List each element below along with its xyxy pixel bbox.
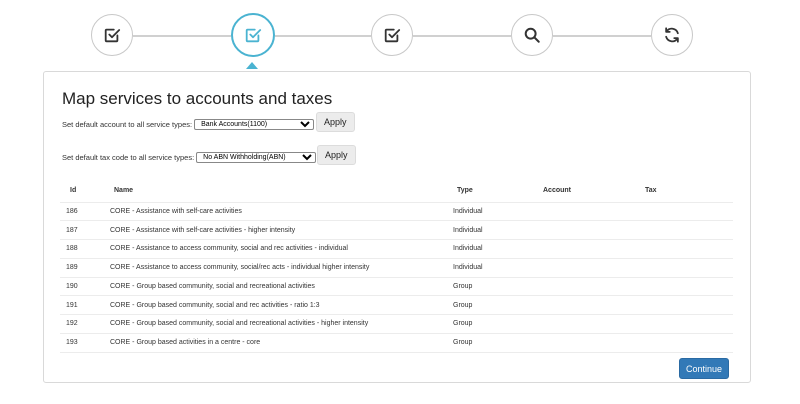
- refresh-icon: [665, 27, 679, 43]
- row-id: 187: [60, 220, 104, 240]
- column-header-account: Account: [543, 187, 571, 195]
- row-account[interactable]: [533, 220, 635, 240]
- default-account-select[interactable]: Bank Accounts(1100): [194, 119, 315, 130]
- checkbox-check-icon: [104, 28, 121, 43]
- row-type: Group: [447, 332, 533, 353]
- page-title: Map services to accounts and taxes: [62, 89, 333, 108]
- mapping-panel: Map services to accounts and taxes Set d…: [43, 71, 751, 383]
- default-tax-row: Set default tax code to all service type…: [62, 152, 317, 163]
- default-account-label: Set default account to all service types…: [62, 120, 193, 129]
- row-tax[interactable]: [635, 314, 733, 334]
- row-type: Group: [447, 276, 533, 296]
- search-icon: [524, 27, 540, 43]
- row-account[interactable]: [533, 332, 635, 353]
- column-header-id: Id: [70, 187, 77, 195]
- row-type: Individual: [447, 257, 533, 277]
- row-tax[interactable]: [635, 257, 733, 277]
- row-tax[interactable]: [635, 295, 733, 315]
- row-tax[interactable]: [635, 276, 733, 296]
- row-account[interactable]: [533, 239, 635, 259]
- stepper-connector: [133, 35, 231, 37]
- column-header-tax: Tax: [645, 187, 657, 195]
- row-account[interactable]: [533, 201, 635, 221]
- row-tax[interactable]: [635, 239, 733, 259]
- column-header-type: Type: [457, 187, 473, 195]
- row-id: 190: [60, 276, 104, 296]
- step-2-button[interactable]: [231, 13, 275, 57]
- row-id: 192: [60, 314, 104, 334]
- row-id: 189: [60, 257, 104, 277]
- row-type: Group: [447, 295, 533, 315]
- row-id: 191: [60, 295, 104, 315]
- step-3-button[interactable]: [371, 14, 413, 56]
- table-row: 192 CORE - Group based community, social…: [60, 314, 733, 334]
- row-account[interactable]: [533, 257, 635, 277]
- step-1-button[interactable]: [91, 14, 133, 56]
- checkbox-check-icon: [245, 28, 262, 43]
- continue-button[interactable]: Continue: [679, 358, 729, 379]
- table-row: 187 CORE - Assistance with self-care act…: [60, 220, 733, 240]
- column-header-name: Name: [114, 187, 134, 195]
- active-step-caret: [246, 62, 258, 69]
- row-name: CORE - Assistance to access community, s…: [104, 239, 447, 259]
- default-tax-select[interactable]: No ABN Withholding(ABN): [196, 152, 317, 163]
- row-id: 193: [60, 332, 104, 353]
- row-name: CORE - Group based community, social and…: [104, 295, 447, 315]
- row-type: Individual: [447, 201, 533, 221]
- stepper-connector: [413, 35, 511, 37]
- row-type: Group: [447, 314, 533, 334]
- row-tax[interactable]: [635, 201, 733, 221]
- stepper-connector: [275, 35, 371, 37]
- default-account-row: Set default account to all service types…: [62, 119, 315, 130]
- row-id: 186: [60, 201, 104, 221]
- table-row: 188 CORE - Assistance to access communit…: [60, 239, 733, 259]
- row-tax[interactable]: [635, 332, 733, 353]
- row-account[interactable]: [533, 295, 635, 315]
- row-name: CORE - Group based community, social and…: [104, 276, 447, 296]
- table-row: 190 CORE - Group based community, social…: [60, 276, 733, 296]
- row-name: CORE - Group based community, social and…: [104, 314, 447, 334]
- row-name: CORE - Assistance to access community, s…: [104, 257, 447, 277]
- row-name: CORE - Assistance with self-care activit…: [104, 201, 447, 221]
- row-name: CORE - Assistance with self-care activit…: [104, 220, 447, 240]
- table-row: 191 CORE - Group based community, social…: [60, 295, 733, 315]
- checkbox-check-icon: [384, 28, 401, 43]
- row-account[interactable]: [533, 314, 635, 334]
- table-row: 189 CORE - Assistance to access communit…: [60, 257, 733, 277]
- row-id: 188: [60, 239, 104, 259]
- progress-stepper: [0, 0, 800, 72]
- row-type: Individual: [447, 220, 533, 240]
- default-tax-label: Set default tax code to all service type…: [62, 153, 195, 162]
- row-name: CORE - Group based activities in a centr…: [104, 332, 447, 353]
- table-row: 193 CORE - Group based activities in a c…: [60, 332, 733, 353]
- stepper-connector: [553, 35, 651, 37]
- apply-tax-button[interactable]: Apply: [317, 145, 356, 165]
- step-4-button[interactable]: [511, 14, 553, 56]
- step-5-button[interactable]: [651, 14, 693, 56]
- services-table: Id Name Type Account Tax 186 CORE - Assi…: [60, 180, 733, 353]
- table-row: 186 CORE - Assistance with self-care act…: [60, 201, 733, 221]
- row-tax[interactable]: [635, 220, 733, 240]
- row-type: Individual: [447, 239, 533, 259]
- apply-account-button[interactable]: Apply: [316, 112, 355, 132]
- table-header-row: Id Name Type Account Tax: [60, 180, 733, 202]
- row-account[interactable]: [533, 276, 635, 296]
